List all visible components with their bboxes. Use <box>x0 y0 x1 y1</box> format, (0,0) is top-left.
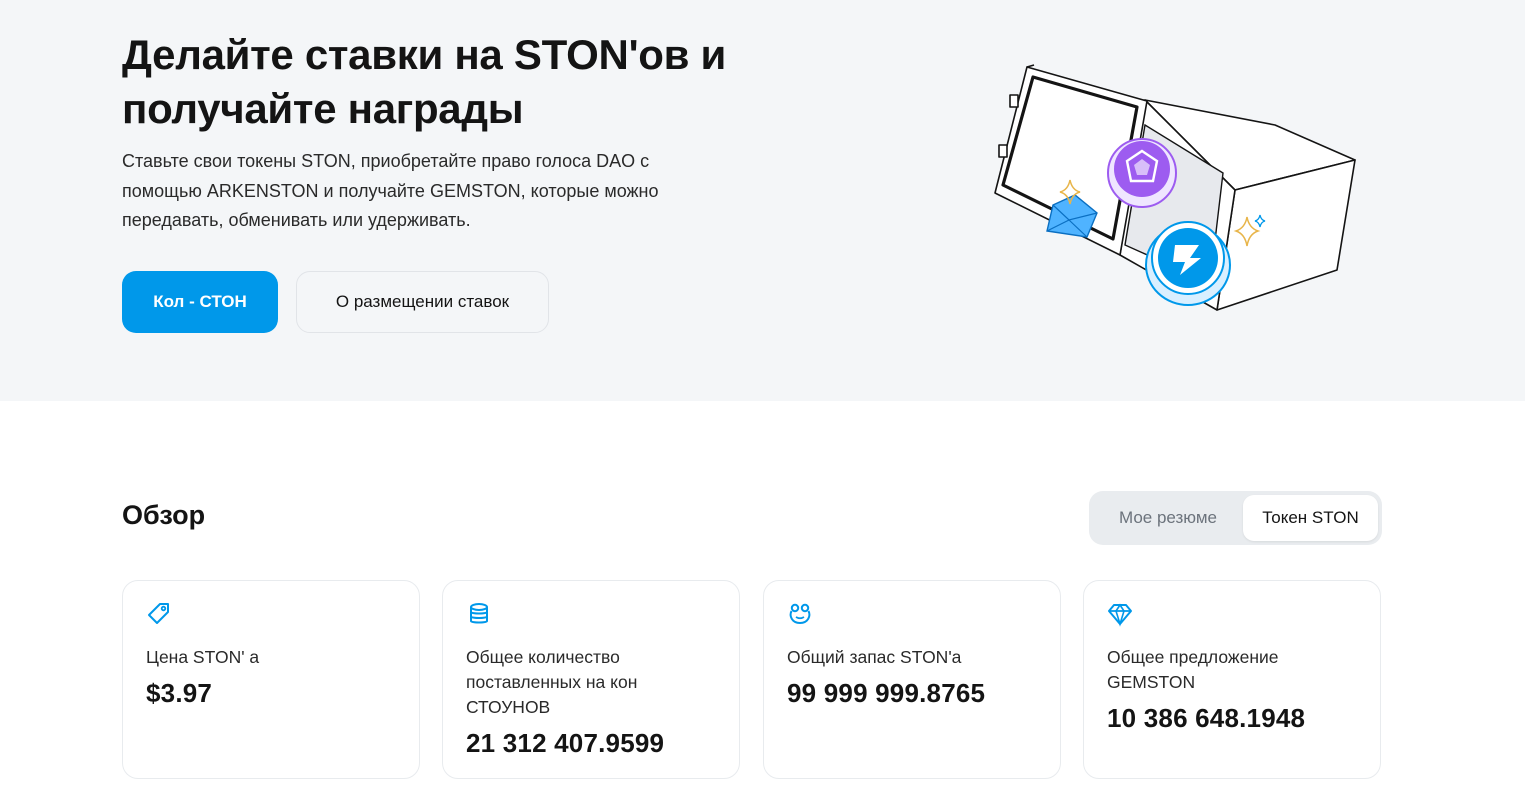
stat-card-gemston-supply: Общее предложение GEMSTON 10 386 648.194… <box>1083 580 1381 779</box>
stat-card-ston-price: Цена STON' а $3.97 <box>122 580 420 779</box>
hero-description: Ставьте свои токены STON, приобретайте п… <box>122 151 659 230</box>
tab-my-summary[interactable]: Мое резюме <box>1093 495 1243 541</box>
stat-label: Общий запас STON'а <box>787 647 962 667</box>
stake-ston-button[interactable]: Кол - СТОН <box>122 271 278 333</box>
stat-value: 10 386 648.1948 <box>1107 703 1306 733</box>
stat-label: Общее предложение GEMSTON <box>1107 647 1279 692</box>
stat-card-total-supply: Общий запас STON'а 99 999 999.8765 <box>763 580 1061 779</box>
price-tag-icon <box>148 603 169 624</box>
stat-value: 21 312 407.9599 <box>466 728 665 758</box>
tab-ston-token[interactable]: Токен STON <box>1243 495 1378 541</box>
stat-value: $3.97 <box>146 678 213 708</box>
hero-section: Делайте ставки на STON'ов и получайте на… <box>0 0 1525 401</box>
coin-stack-icon <box>470 603 488 624</box>
about-staking-button[interactable]: О размещении ставок <box>296 271 549 333</box>
overview-tab-switch: Мое резюме Токен STON <box>1089 491 1382 545</box>
stat-card-total-staked: Общее количество поставленных на кон СТО… <box>442 580 740 779</box>
stat-label: Общее количество поставленных на кон СТО… <box>466 647 638 717</box>
safe-illustration <box>994 64 1356 311</box>
hero-title: Делайте ставки на STON'ов и получайте на… <box>122 31 727 132</box>
stat-label: Цена STON' а <box>146 647 260 667</box>
arkenston-coin-icon <box>1107 138 1177 208</box>
frog-icon <box>789 603 811 625</box>
overview-title: Обзор <box>122 500 206 530</box>
stat-value: 99 999 999.8765 <box>787 678 986 708</box>
diamond-icon <box>1108 603 1132 627</box>
